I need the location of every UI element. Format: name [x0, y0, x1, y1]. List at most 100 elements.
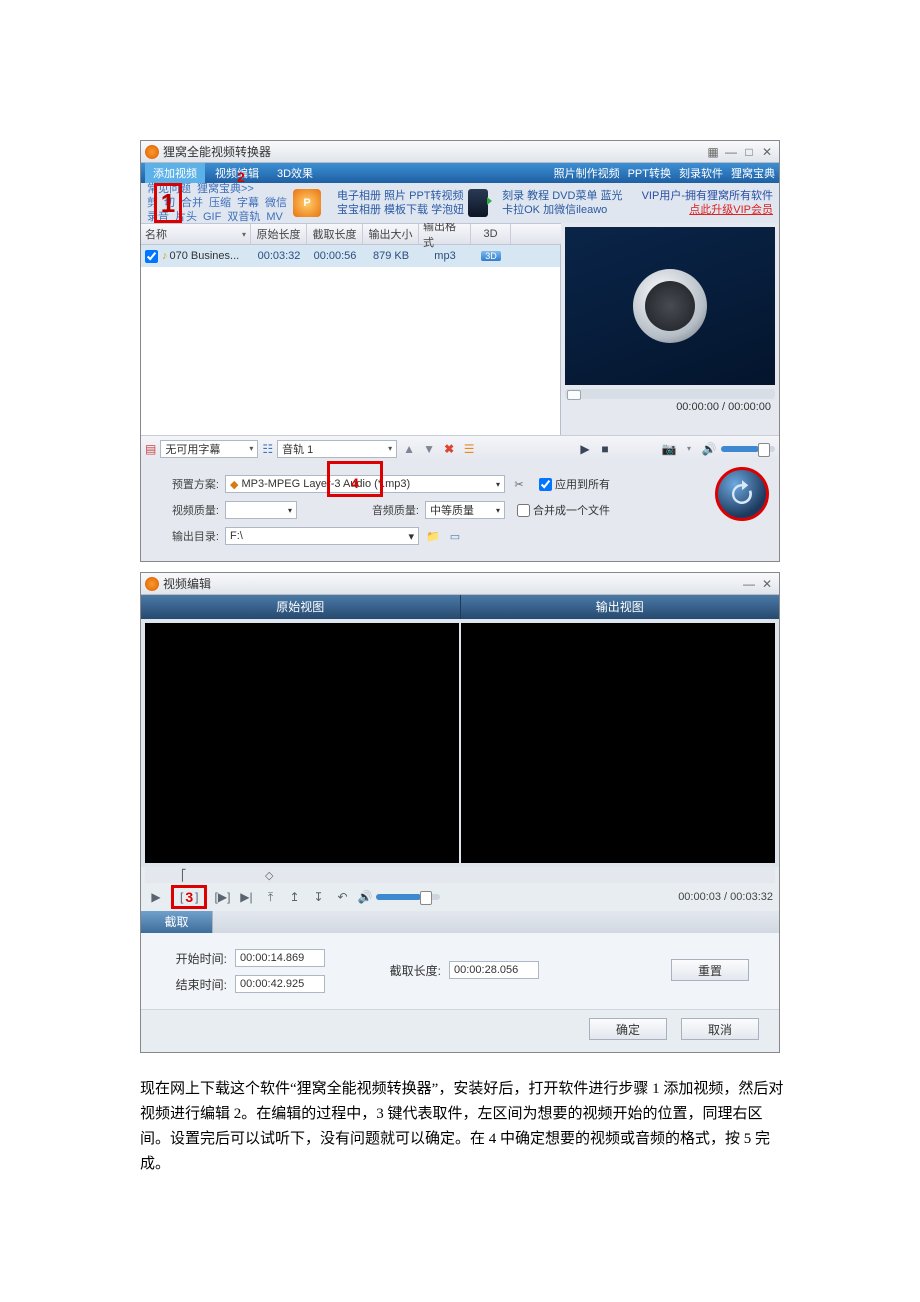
link-burn-software[interactable]: 刻录软件 [679, 165, 723, 181]
stop-icon[interactable]: ■ [597, 441, 613, 457]
volume-icon[interactable]: 🔊 [701, 441, 717, 457]
delete-icon[interactable]: ✖ [441, 441, 457, 457]
mid2-bottom[interactable]: 卡拉OK 加微信ileawo [502, 203, 622, 217]
timeline-out-marker[interactable]: ◇ [265, 869, 273, 882]
undo-icon[interactable]: ↶ [333, 890, 351, 904]
ql-merge[interactable]: 合并 [181, 196, 203, 210]
set-in-icon[interactable]: [▶] [213, 890, 231, 904]
minimize-icon[interactable]: — [723, 145, 739, 159]
tab-add-video[interactable]: 添加视频 [145, 163, 205, 183]
edit-time-readout: 00:00:03 / 00:03:32 [678, 891, 773, 903]
ql-compress[interactable]: 压缩 [209, 196, 231, 210]
volume-icon[interactable]: 🔊 [357, 890, 372, 904]
mid-links-bottom[interactable]: 宝宝相册 模板下载 学泡妞 [337, 203, 464, 217]
goto-in-icon[interactable]: ↥ [285, 890, 303, 904]
link-photo-video[interactable]: 照片制作视频 [554, 165, 620, 181]
phone-icon [468, 189, 488, 217]
ql-dualaudio[interactable]: 双音轨 [227, 210, 260, 224]
marker-4: 4 [351, 475, 359, 491]
reset-button[interactable]: 重置 [671, 959, 749, 981]
minimize-icon[interactable]: — [741, 577, 757, 591]
lower-controls: ▤ 无可用字幕▾ ☷ 音轨 1▾ ▲ ▼ ✖ ☰ ▶ ■ 📷 ▾ 🔊 [141, 435, 779, 461]
ql-gif[interactable]: GIF [203, 210, 221, 224]
move-up-icon[interactable]: ▲ [401, 441, 417, 457]
apply-all-checkbox[interactable] [539, 478, 552, 491]
secondary-toolbar: 1 2 常见问题 狸窝宝典>> 剪 切 合并 压缩 字幕 微信 [141, 183, 779, 223]
link-ppt-convert[interactable]: PPT转换 [628, 165, 671, 181]
preset-value: MP3-MPEG Layer-3 Audio (*.mp3) [241, 478, 410, 490]
label-original-view: 原始视图 [141, 595, 461, 619]
video-edit-window: 视频编辑 — ✕ 原始视图 输出视图 ⎡ ◇ ▶ [ 3 ] [▶] ▶| ⤒ [140, 572, 780, 1053]
start-time-field[interactable]: 00:00:14.869 [235, 949, 325, 967]
merge-checkbox[interactable] [517, 504, 530, 517]
snapshot-dd-icon[interactable]: ▾ [681, 441, 697, 457]
edit-timeline[interactable]: ⎡ ◇ [145, 867, 775, 883]
titlebar[interactable]: 狸窝全能视频转换器 ▦ — □ ✕ [141, 141, 779, 163]
col-output-format[interactable]: 输出格式 [419, 224, 471, 244]
preset-label: 预置方案: [163, 476, 219, 492]
browse-folder-icon[interactable]: 📁 [425, 528, 441, 544]
timeline-in-marker[interactable]: ⎡ [181, 869, 187, 882]
preview-box [565, 227, 775, 385]
marker-3: [ 3 ] [171, 885, 207, 909]
col-cut-length[interactable]: 截取长度 [307, 224, 363, 244]
open-folder-icon[interactable]: ▭ [447, 528, 463, 544]
preview-progress[interactable] [565, 389, 775, 399]
vip-text: VIP用户-拥有狸窝所有软件 [642, 189, 773, 203]
close-icon[interactable]: ✕ [759, 145, 775, 159]
ql-subtitle[interactable]: 字幕 [237, 196, 259, 210]
snapshot-icon[interactable]: 📷 [661, 441, 677, 457]
play-icon[interactable]: ▶ [147, 890, 165, 904]
outdir-field[interactable]: F:\▾ [225, 527, 419, 545]
instruction-text: 现在网上下载这个软件“狸窝全能视频转换器”，安装好后，打开软件进行步骤 1 添加… [140, 1077, 790, 1177]
tab-3d-effect[interactable]: 3D效果 [269, 163, 321, 183]
ok-button[interactable]: 确定 [589, 1018, 667, 1040]
preset-settings-icon[interactable]: ✂ [511, 478, 527, 491]
col-3d[interactable]: 3D [471, 224, 511, 244]
ql-wechat[interactable]: 微信 [265, 196, 287, 210]
volume-slider[interactable] [721, 446, 775, 452]
vip-box: VIP用户-拥有狸窝所有软件 点此升级VIP会员 [642, 189, 773, 217]
outdir-label: 输出目录: [163, 528, 219, 544]
close-icon[interactable]: ✕ [759, 577, 775, 591]
maximize-icon[interactable]: □ [741, 145, 757, 159]
mid-links-2: 刻录 教程 DVD菜单 蓝光 卡拉OK 加微信ileawo [502, 189, 622, 217]
mid-links-top[interactable]: 电子相册 照片 PPT转视频 [337, 189, 464, 203]
edit-volume-slider[interactable] [376, 894, 440, 900]
col-output-size[interactable]: 输出大小 [363, 224, 419, 244]
original-preview [145, 623, 459, 863]
audio-quality-select[interactable]: 中等质量▾ [425, 501, 505, 519]
preview-pane: 00:00:00 / 00:00:00 [561, 223, 779, 435]
end-time-field[interactable]: 00:00:42.925 [235, 975, 325, 993]
tab-cut[interactable]: 截取 [141, 911, 213, 933]
link-guide-more[interactable]: 狸窝宝典>> [197, 182, 254, 196]
clear-list-icon[interactable]: ☰ [461, 441, 477, 457]
marker-2: 2 [237, 169, 245, 185]
link-liwo-guide[interactable]: 狸窝宝典 [731, 165, 775, 181]
video-quality-select[interactable]: ▾ [225, 501, 297, 519]
ql-mv[interactable]: MV [266, 210, 283, 224]
play-icon[interactable]: ▶ [577, 441, 593, 457]
mid2-top[interactable]: 刻录 教程 DVD菜单 蓝光 [502, 189, 622, 203]
file-row[interactable]: ♪ 070 Busines... 00:03:32 00:00:56 879 K… [141, 245, 560, 267]
badge-3d[interactable]: 3D [481, 251, 501, 261]
subtitle-select[interactable]: 无可用字幕▾ [160, 440, 258, 458]
col-duration[interactable]: 原始长度 [251, 224, 307, 244]
preview-time: 00:00:00 / 00:00:00 [565, 399, 775, 415]
file-name: 070 Busines... [170, 250, 240, 262]
audiotrack-select[interactable]: 音轨 1▾ [277, 440, 397, 458]
goto-start-icon[interactable]: ⤒ [261, 890, 279, 905]
prev-frame-icon[interactable]: ▶| [237, 890, 255, 904]
edit-titlebar[interactable]: 视频编辑 — ✕ [141, 573, 779, 595]
trim-panel: 开始时间: 00:00:14.869 结束时间: 00:00:42.925 截取… [141, 933, 779, 1009]
layout-icon[interactable]: ▦ [705, 145, 721, 159]
cancel-button[interactable]: 取消 [681, 1018, 759, 1040]
move-down-icon[interactable]: ▼ [421, 441, 437, 457]
marker-1: 1 [154, 183, 182, 223]
file-row-checkbox[interactable] [145, 250, 158, 263]
convert-button[interactable] [715, 467, 769, 521]
video-quality-label: 视频质量: [163, 502, 219, 518]
goto-out-icon[interactable]: ↧ [309, 890, 327, 904]
upgrade-link[interactable]: 点此升级VIP会员 [642, 203, 773, 217]
music-icon: ♪ [162, 250, 168, 262]
